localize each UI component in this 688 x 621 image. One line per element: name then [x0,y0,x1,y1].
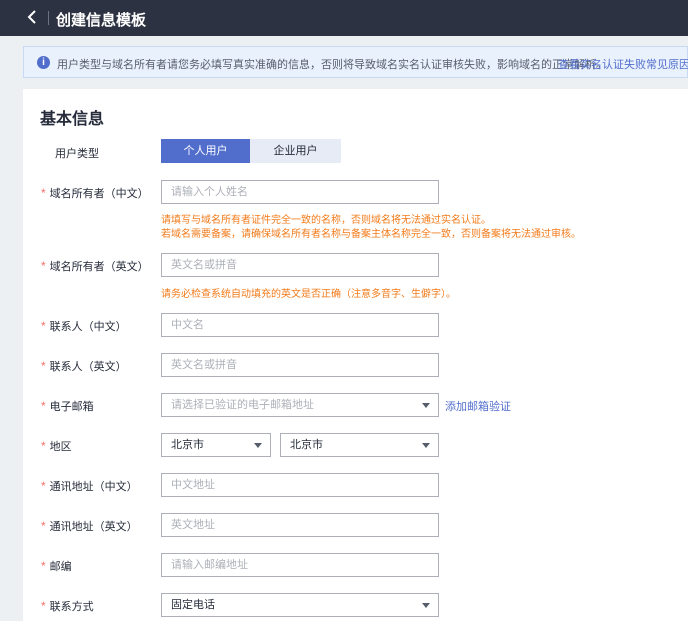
required-mark: * [41,599,46,613]
required-mark: * [41,479,46,493]
required-mark: * [41,519,46,533]
info-notice: i 用户类型与域名所有者请您务必填写真实准确的信息，否则将导致域名实名认证审核失… [23,46,688,78]
contact-en-input[interactable]: 英文名或拼音 [161,353,439,377]
required-mark: * [41,359,46,373]
required-mark: * [41,439,46,453]
owner-cn-hint-2: 若域名需要备案，请确保域名所有者名称与备案主体名称完全一致，否则备案将无法通过审… [161,229,581,240]
postcode-label: * 邮编 [41,559,72,573]
required-mark: * [41,319,46,333]
email-select[interactable]: 请选择已验证的电子邮箱地址 [161,393,439,417]
top-bar: 创建信息模板 [0,0,688,36]
owner-cn-input[interactable]: 请输入个人姓名 [161,180,439,204]
required-mark: * [41,259,46,273]
contact-method-value: 固定电话 [171,599,215,611]
email-label: * 电子邮箱 [41,399,94,413]
form-card: 基本信息 用户类型 个人用户 企业用户 * 域名所有者（中文） 请输入个人姓名 请… [23,89,688,621]
contact-en-label: * 联系人（英文） [41,359,127,373]
notice-text: 用户类型与域名所有者请您务必填写真实准确的信息，否则将导致域名实名认证审核失败，… [57,59,607,71]
add-email-verification-link[interactable]: 添加邮箱验证 [445,398,511,414]
required-mark: * [41,559,46,573]
email-placeholder: 请选择已验证的电子邮箱地址 [171,399,314,411]
contact-cn-label: * 联系人（中文） [41,319,127,333]
notice-help-link[interactable]: 查看实名认证失败常见原因 [558,56,688,72]
address-en-input[interactable]: 英文地址 [161,513,439,537]
postcode-input[interactable]: 请输入邮编地址 [161,553,439,577]
address-cn-input[interactable]: 中文地址 [161,473,439,497]
required-mark: * [41,186,46,200]
contact-method-label: * 联系方式 [41,599,94,613]
user-type-enterprise-button[interactable]: 企业用户 [250,139,341,163]
owner-cn-hint-1: 请填写与域名所有者证件完全一致的名称，否则域名将无法通过实名认证。 [161,215,491,226]
user-type-personal-button[interactable]: 个人用户 [161,139,250,163]
chevron-down-icon [422,403,430,408]
region-label: * 地区 [41,439,72,453]
owner-en-label: * 域名所有者（英文） [41,259,149,273]
chevron-down-icon [422,603,430,608]
info-icon: i [37,56,50,69]
section-title: 基本信息 [40,111,105,128]
city-value: 北京市 [290,439,323,451]
province-select[interactable]: 北京市 [161,433,271,457]
contact-cn-input[interactable]: 中文名 [161,313,439,337]
province-value: 北京市 [171,439,204,451]
back-arrow-icon[interactable] [22,8,42,28]
header-divider [48,11,49,25]
owner-en-input[interactable]: 英文名或拼音 [161,253,439,277]
city-select[interactable]: 北京市 [280,433,439,457]
address-cn-label: * 通讯地址（中文） [41,479,138,493]
address-en-label: * 通讯地址（英文） [41,519,138,533]
owner-cn-label: * 域名所有者（中文） [41,186,149,200]
required-mark: * [41,399,46,413]
owner-en-hint: 请务必检查系统自动填充的英文是否正确（注意多音字、生僻字）。 [161,289,456,300]
contact-method-select[interactable]: 固定电话 [161,593,439,617]
user-type-label: 用户类型 [55,148,99,160]
chevron-down-icon [422,443,430,448]
page-title: 创建信息模板 [56,12,147,29]
chevron-down-icon [254,443,262,448]
